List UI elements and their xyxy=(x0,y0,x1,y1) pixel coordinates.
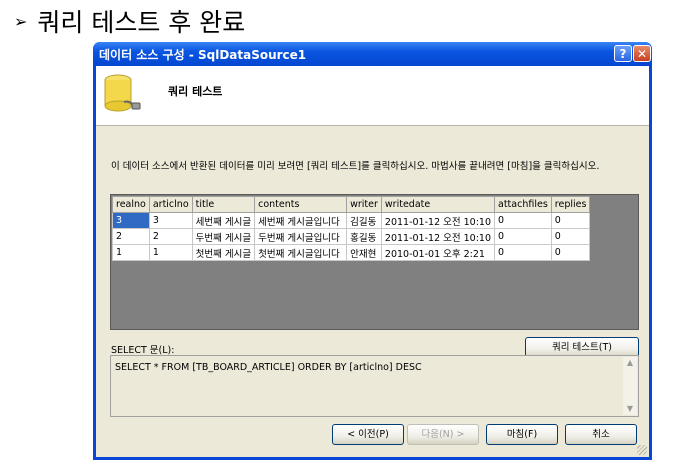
table-cell[interactable]: 2010-01-01 오후 2:21 xyxy=(380,244,496,261)
table-row[interactable]: 1 1 첫번째 게시글 첫번째 게시글입니다 안재현 2010-01-01 오후… xyxy=(112,244,591,261)
table-cell[interactable]: 0 xyxy=(494,228,552,245)
database-icon xyxy=(104,74,141,112)
table-cell[interactable]: 0 xyxy=(550,228,591,245)
slide-title: ➢ 쿼리 테스트 후 완료 xyxy=(14,4,245,38)
table-cell[interactable]: 첫번째 게시글입니다 xyxy=(254,244,348,261)
column-header[interactable]: contents xyxy=(254,196,348,213)
prev-button[interactable]: < 이전(P) xyxy=(332,424,404,445)
table-cell[interactable]: 2011-01-12 오전 10:10 xyxy=(380,228,496,245)
finish-button[interactable]: 마침(F) xyxy=(486,424,558,445)
dialog-client-area: 쿼리 테스트 이 데이터 소스에서 반환된 데이터를 미리 보려면 [쿼리 테스… xyxy=(96,66,649,457)
table-cell[interactable]: 첫번째 게시글 xyxy=(191,244,256,261)
dialog-title: 데이터 소스 구성 - SqlDataSource1 xyxy=(99,48,307,62)
scroll-down-icon[interactable]: ▼ xyxy=(623,403,637,415)
results-grid[interactable]: realno articlno title contents writer wr… xyxy=(110,194,639,330)
table-cell[interactable]: 두번째 게시글 xyxy=(191,228,256,245)
help-button[interactable]: ? xyxy=(614,45,632,62)
column-header[interactable]: title xyxy=(191,196,256,213)
table-cell[interactable]: 0 xyxy=(494,244,552,261)
column-header[interactable]: attachfiles xyxy=(494,196,552,213)
instruction-text: 이 데이터 소스에서 반환된 데이터를 미리 보려면 [쿼리 테스트]를 클릭하… xyxy=(111,161,600,172)
table-cell[interactable]: 0 xyxy=(550,212,591,229)
table-cell[interactable]: 안재현 xyxy=(346,244,382,261)
table-cell[interactable]: 2 xyxy=(112,228,150,245)
table-cell[interactable]: 3 xyxy=(112,212,150,229)
sql-statement-box[interactable]: SELECT * FROM [TB_BOARD_ARTICLE] ORDER B… xyxy=(110,355,639,417)
table-cell[interactable]: 2 xyxy=(148,228,193,245)
column-header[interactable]: replies xyxy=(550,196,591,213)
table-cell[interactable]: 홍길동 xyxy=(346,228,382,245)
table-cell[interactable]: 3 xyxy=(148,212,193,229)
wizard-step-title: 쿼리 테스트 xyxy=(168,85,223,98)
scroll-up-icon[interactable]: ▲ xyxy=(623,357,637,369)
table-cell[interactable]: 두번째 게시글입니다 xyxy=(254,228,348,245)
next-button[interactable]: 다음(N) > xyxy=(407,424,479,445)
table-cell[interactable]: 1 xyxy=(112,244,150,261)
sql-scrollbar[interactable]: ▲ ▼ xyxy=(623,357,637,415)
table-cell[interactable]: 김길동 xyxy=(346,212,382,229)
cancel-button[interactable]: 취소 xyxy=(565,424,637,445)
dialog-titlebar[interactable]: 데이터 소스 구성 - SqlDataSource1 ? ✕ xyxy=(93,42,652,66)
resize-grip-icon[interactable] xyxy=(637,445,647,455)
table-cell[interactable]: 세번째 게시글 xyxy=(191,212,256,229)
config-datasource-dialog: 데이터 소스 구성 - SqlDataSource1 ? ✕ 쿼리 테스트 이 … xyxy=(93,42,652,460)
header-row: realno articlno title contents writer wr… xyxy=(112,196,591,213)
column-header[interactable]: articlno xyxy=(148,196,193,213)
table-row[interactable]: 3 3 세번째 게시글 세번째 게시글입니다 김길동 2011-01-12 오전… xyxy=(112,212,591,229)
sql-statement-label: SELECT 문(L): xyxy=(111,345,175,356)
table-cell[interactable]: 2011-01-12 오전 10:10 xyxy=(380,212,496,229)
table-cell[interactable]: 1 xyxy=(148,244,193,261)
column-header[interactable]: writedate xyxy=(380,196,496,213)
slide-title-text: 쿼리 테스트 후 완료 xyxy=(37,8,246,37)
close-button[interactable]: ✕ xyxy=(633,45,651,62)
bullet-arrow-icon: ➢ xyxy=(14,11,28,31)
results-table: realno articlno title contents writer wr… xyxy=(112,196,591,261)
table-cell[interactable]: 0 xyxy=(550,244,591,261)
table-cell[interactable]: 세번째 게시글입니다 xyxy=(254,212,348,229)
wizard-header: 쿼리 테스트 xyxy=(96,66,649,126)
column-header[interactable]: realno xyxy=(112,196,150,213)
column-header[interactable]: writer xyxy=(346,196,382,213)
table-row[interactable]: 2 2 두번째 게시글 두번째 게시글입니다 홍길동 2011-01-12 오전… xyxy=(112,228,591,245)
sql-statement-text: SELECT * FROM [TB_BOARD_ARTICLE] ORDER B… xyxy=(115,362,422,373)
table-cell[interactable]: 0 xyxy=(494,212,552,229)
